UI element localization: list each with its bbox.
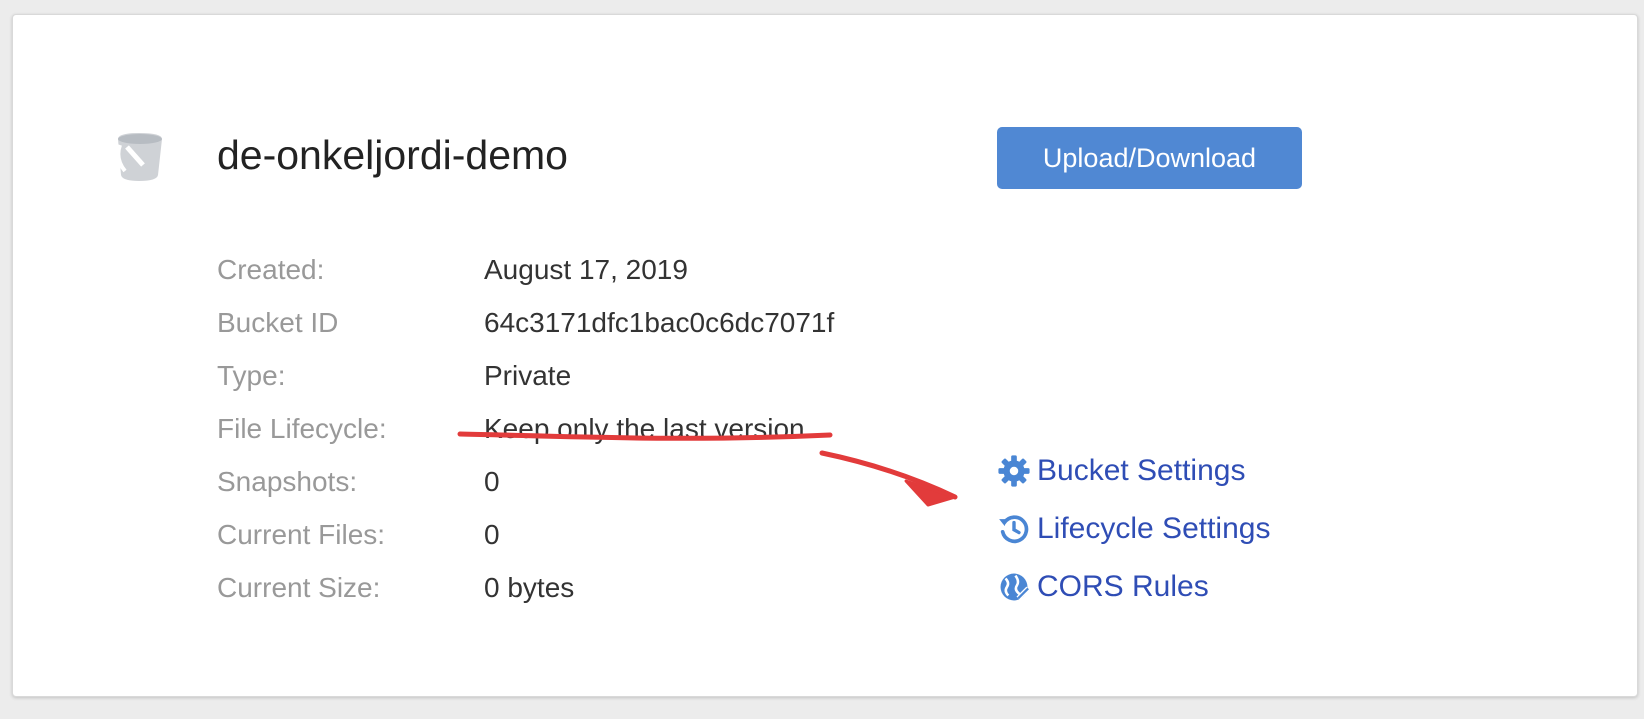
gear-icon [998, 455, 1030, 487]
bucket-card: de-onkeljordi-demo Upload/Download Creat… [12, 14, 1638, 697]
detail-row-current-files: Current Files: 0 [217, 508, 834, 561]
lifecycle-settings-label: Lifecycle Settings [1037, 512, 1271, 545]
lifecycle-settings-link[interactable]: Lifecycle Settings [997, 500, 1270, 558]
detail-value: August 17, 2019 [484, 253, 688, 285]
detail-label: Type: [217, 359, 286, 391]
detail-label: File Lifecycle: [217, 412, 387, 444]
bucket-links: Bucket Settings Lifecycle Settings CORS … [997, 442, 1270, 616]
bucket-name: de-onkeljordi-demo [217, 132, 568, 178]
globe-icon [1000, 573, 1030, 601]
detail-row-bucket-id: Bucket ID 64c3171dfc1bac0c6dc7071f [217, 296, 834, 349]
detail-label: Current Files: [217, 518, 386, 550]
bucket-settings-link[interactable]: Bucket Settings [997, 442, 1270, 500]
detail-row-created: Created: August 17, 2019 [217, 243, 834, 296]
detail-row-type: Type: Private [217, 349, 834, 402]
detail-value: Keep only the last version [484, 412, 805, 444]
detail-label: Created: [217, 253, 325, 285]
detail-label: Snapshots: [217, 465, 358, 497]
detail-value: 64c3171dfc1bac0c6dc7071f [484, 306, 835, 338]
detail-value: Private [484, 359, 572, 391]
bucket-icon [116, 133, 162, 181]
cors-rules-label: CORS Rules [1037, 570, 1209, 603]
detail-row-snapshots: Snapshots: 0 [217, 455, 834, 508]
detail-label: Current Size: [217, 571, 381, 603]
detail-row-current-size: Current Size: 0 bytes [217, 561, 834, 614]
bucket-settings-label: Bucket Settings [1037, 454, 1246, 487]
detail-row-file-lifecycle: File Lifecycle: Keep only the last versi… [217, 402, 834, 455]
bucket-details: Created: August 17, 2019 Bucket ID 64c31… [217, 243, 834, 614]
cors-rules-link[interactable]: CORS Rules [997, 558, 1270, 616]
detail-label: Bucket ID [217, 306, 339, 338]
detail-value: 0 [484, 465, 500, 497]
detail-value: 0 bytes [484, 571, 575, 603]
history-icon [999, 515, 1029, 544]
detail-value: 0 [484, 518, 500, 550]
upload-download-button[interactable]: Upload/Download [997, 127, 1302, 189]
